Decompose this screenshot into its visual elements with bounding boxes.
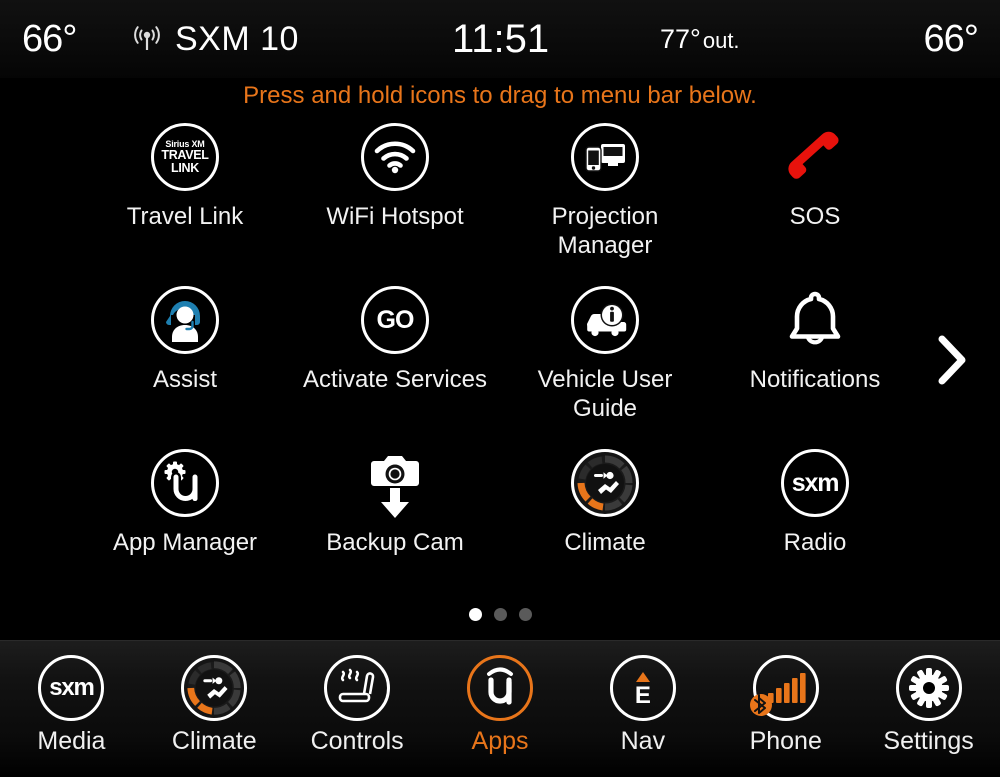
menu-item-settings[interactable]: Settings [857,651,1000,756]
menu-item-label: Controls [310,727,404,755]
app-grid: Sirius XM TRAVEL LINK Travel Link WiFi H… [0,118,1000,588]
app-label: Assist [152,366,217,393]
page-dot-2[interactable] [493,608,507,621]
sxm-icon: sxm [710,444,920,522]
sos-phone-handset-icon [710,118,920,196]
page-dot-1[interactable] [468,608,482,621]
outside-temp-value: 77° [660,23,701,54]
compass-east-icon: E [571,651,714,725]
climate-dial-icon [143,651,286,725]
audio-source-label: SXM 10 [175,19,299,58]
car-info-icon [500,281,710,359]
menu-item-label: Settings [883,727,974,755]
gear-icon [857,651,1000,725]
outside-temperature: 77° out. [660,24,740,55]
app-label: Projection Manager [551,203,659,259]
menu-item-media[interactable]: sxm Media [0,651,143,756]
nav-mark-text: E [634,682,651,709]
clock: 11:51 [452,16,550,61]
app-tile-assist[interactable]: Assist [80,281,290,394]
go-icon: GO [290,281,500,359]
app-label: Notifications [749,366,881,393]
menu-item-label: Nav [620,727,666,755]
status-bar: 66° SXM 10 11:51 77° out. 66° [0,0,1000,78]
audio-source-indicator[interactable]: SXM 10 [133,20,299,59]
app-label: Travel Link [126,203,244,230]
app-tile-activate-services[interactable]: GO Activate Services [290,281,500,394]
menu-bar: sxm Media Climate Controls Apps E Nav Ph… [0,640,1000,777]
camera-down-arrow-icon [290,444,500,522]
sirius-xm-travel-link-icon: Sirius XM TRAVEL LINK [80,118,290,196]
menu-item-label: Climate [171,727,257,755]
menu-item-apps[interactable]: Apps [429,651,572,756]
menu-item-phone[interactable]: Phone [714,651,857,756]
app-label: Vehicle User Guide [537,366,673,422]
app-tile-vehicle-user-guide[interactable]: Vehicle User Guide [500,281,710,423]
app-tile-projection-manager[interactable]: Projection Manager [500,118,710,260]
outside-temp-suffix: out. [702,27,740,53]
media-mark-text: sxm [49,674,95,701]
app-label: Radio [783,529,847,556]
passenger-temp-right[interactable]: 66° [924,18,979,61]
app-tile-notifications[interactable]: Notifications [710,281,920,394]
menu-item-label: Phone [749,727,822,755]
app-label: Activate Services [302,366,488,393]
headset-agent-icon [80,281,290,359]
page-indicator[interactable] [0,608,1000,621]
menu-item-nav[interactable]: E Nav [571,651,714,756]
menu-item-climate[interactable]: Climate [143,651,286,756]
app-tile-wifi-hotspot[interactable]: WiFi Hotspot [290,118,500,231]
climate-dial-icon [500,444,710,522]
uconnect-apps-screen: 66° SXM 10 11:51 77° out. 66° Press and … [0,0,1000,777]
app-tile-backup-cam[interactable]: Backup Cam [290,444,500,557]
app-label: App Manager [112,529,258,556]
app-tile-climate[interactable]: Climate [500,444,710,557]
app-tile-app-manager[interactable]: App Manager [80,444,290,557]
menu-item-controls[interactable]: Controls [286,651,429,756]
bell-icon [710,281,920,359]
sxm-mark-text: sxm [791,468,840,497]
page-dot-3[interactable] [518,608,532,621]
travel-link-mark-line2: TRAVEL [161,147,209,162]
travel-link-mark-line3: LINK [171,160,199,175]
next-page-button[interactable] [930,333,974,387]
sxm-icon: sxm [0,651,143,725]
chevron-right-icon [938,335,966,385]
projection-phone-screen-icon [500,118,710,196]
driver-temp-left[interactable]: 66° [22,18,77,61]
drag-hint-text: Press and hold icons to drag to menu bar… [243,82,757,109]
signal-bars-bluetooth-icon [714,651,857,725]
menu-item-label: Apps [471,727,529,755]
uconnect-u-icon [429,651,572,725]
broadcast-antenna-icon [133,24,161,54]
heated-seat-icon [286,651,429,725]
menu-item-label: Media [37,727,106,755]
app-tile-travel-link[interactable]: Sirius XM TRAVEL LINK Travel Link [80,118,290,231]
app-label: Backup Cam [326,529,464,556]
wifi-icon [290,118,500,196]
app-tile-sos[interactable]: SOS [710,118,920,231]
uconnect-gear-icon [80,444,290,522]
app-label: Climate [564,529,646,556]
app-label: SOS [789,203,841,230]
go-mark-text: GO [376,305,415,334]
app-label: WiFi Hotspot [326,203,464,230]
app-tile-radio[interactable]: sxm Radio [710,444,920,557]
